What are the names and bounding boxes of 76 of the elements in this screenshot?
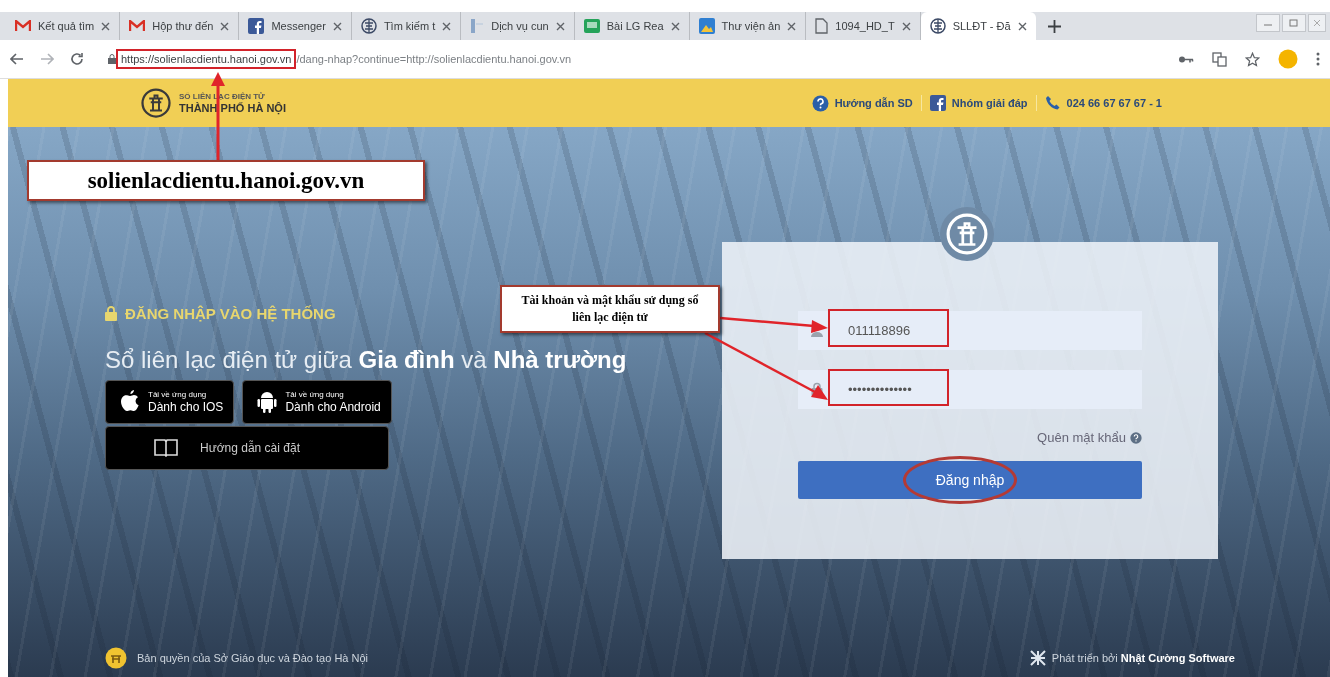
browser-tab[interactable]: Kết quả tìm xyxy=(6,12,121,40)
header-link[interactable]: Nhóm giải đáp xyxy=(920,95,1036,111)
globe-icon xyxy=(360,18,377,34)
apple-icon xyxy=(120,390,140,414)
close-icon[interactable] xyxy=(1017,21,1027,31)
browser-tab[interactable]: Dịch vụ cun xyxy=(461,12,575,40)
browser-tab[interactable]: Bài LG Rea xyxy=(574,12,690,40)
browser-tab[interactable]: 1094_HD_T xyxy=(806,12,921,40)
app-download-button[interactable]: Tải về ứng dụng Dành cho IOS xyxy=(105,380,235,424)
url-callout: solienlacdientu.hanoi.gov.vn xyxy=(27,160,425,201)
phone-icon xyxy=(1044,95,1061,111)
classroom-icon xyxy=(583,19,600,33)
file-icon xyxy=(815,18,829,34)
translate-icon[interactable] xyxy=(1212,51,1227,67)
tab-title: Thư viện ản xyxy=(721,20,781,32)
logo-title: THÀNH PHỐ HÀ NỘI xyxy=(179,102,286,114)
credit-text: Phát triển bởi Nhật Cường Software xyxy=(1051,652,1235,664)
reload-icon[interactable] xyxy=(70,52,84,66)
image-icon xyxy=(698,18,715,34)
tab-title: Tìm kiếm t xyxy=(383,20,436,32)
header-link[interactable]: 024 66 67 67 67 - 1 xyxy=(1035,95,1170,111)
close-icon[interactable] xyxy=(101,21,111,31)
lock-icon xyxy=(105,306,117,321)
url-path: /dang-nhap?continue=http://solienlacdientu.hanoi.gov.vn xyxy=(296,53,572,65)
close-icon[interactable] xyxy=(220,21,230,31)
browser-tab[interactable]: SLLĐT - Đă xyxy=(920,12,1036,40)
header-link[interactable]: Hướng dẫn SD xyxy=(803,94,921,112)
city-emblem-icon xyxy=(946,213,988,255)
facebook-icon xyxy=(929,95,946,111)
browser-tab[interactable]: Messenger xyxy=(239,12,352,40)
forgot-password-link[interactable]: Quên mật khẩu xyxy=(1037,430,1142,445)
logo-mark-icon xyxy=(1029,650,1046,666)
book-icon xyxy=(154,439,178,457)
url-host: https://solienlacdientu.hanoi.gov.vn xyxy=(116,49,297,69)
key-icon[interactable] xyxy=(1178,54,1194,64)
tab-title: Hộp thư đến xyxy=(152,20,214,32)
lock-icon xyxy=(108,54,116,64)
close-icon[interactable] xyxy=(442,21,452,31)
close-icon[interactable] xyxy=(332,21,342,31)
login-callout: Tài khoản và mật khẩu sử dụng sổ liên lạc điện tử xyxy=(500,285,720,333)
login-button[interactable]: Đăng nhập xyxy=(798,461,1142,499)
close-icon[interactable] xyxy=(555,21,565,31)
username-field[interactable]: 011118896 xyxy=(836,311,1142,350)
tab-title: 1094_HD_T xyxy=(835,20,895,32)
address-bar[interactable]: https://solienlacdientu.hanoi.gov.vn /dang-nhap?continue=http://solienlacdientu.hanoi.gov.vn xyxy=(100,46,1162,72)
seal-icon xyxy=(105,647,127,669)
copyright-text: Bản quyền của Sở Giáo dục và Đào tạo Hà Nội xyxy=(137,652,369,664)
android-icon xyxy=(257,390,278,414)
tab-title: Bài LG Rea xyxy=(606,20,664,32)
browser-tab[interactable]: Tìm kiếm t xyxy=(351,12,462,40)
app-download-button[interactable]: Tải về ứng dụng Dành cho Android xyxy=(242,380,392,424)
mail-icon xyxy=(15,20,31,32)
help-icon xyxy=(811,94,829,112)
close-icon[interactable] xyxy=(787,21,797,31)
city-emblem-icon xyxy=(141,88,171,118)
close-icon[interactable] xyxy=(670,21,680,31)
password-field[interactable]: •••••••••••••• xyxy=(836,370,1142,409)
help-icon xyxy=(1130,431,1142,444)
section-title: ĐĂNG NHẬP VÀO HỆ THỐNG xyxy=(125,305,336,322)
tab-title: SLLĐT - Đă xyxy=(952,20,1011,32)
back-icon[interactable] xyxy=(10,53,24,65)
star-icon[interactable] xyxy=(1245,51,1260,67)
mail-icon xyxy=(129,20,146,32)
menu-icon[interactable] xyxy=(1316,52,1320,66)
new-tab-icon[interactable] xyxy=(1047,19,1061,33)
facebook-icon xyxy=(248,18,265,34)
browser-tab[interactable]: Thư viện ản xyxy=(689,12,807,40)
globe-icon xyxy=(929,18,946,34)
headline: Sổ liên lạc điện tử giữa Gia đình và Nhà trường xyxy=(105,346,627,374)
document-icon xyxy=(470,18,485,34)
tab-title: Dịch vụ cun xyxy=(491,20,549,32)
tab-title: Messenger xyxy=(271,20,326,32)
browser-tab[interactable]: Hộp thư đến xyxy=(120,12,240,40)
tab-title: Kết quả tìm xyxy=(38,20,95,32)
close-icon[interactable] xyxy=(901,21,911,31)
install-guide-button[interactable]: Hướng dẫn cài đặt xyxy=(105,426,389,470)
